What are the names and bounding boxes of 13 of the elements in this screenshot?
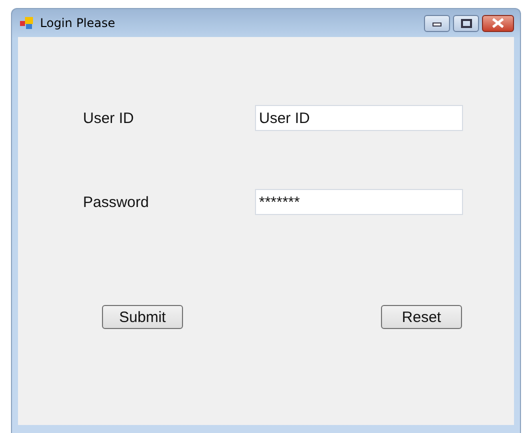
close-button[interactable] [482,14,514,32]
input-field[interactable]: User ID [255,105,463,131]
maximize-button[interactable] [453,14,479,32]
form-button[interactable]: Submit [102,305,183,329]
form-button[interactable]: Reset [381,305,462,329]
maximize-icon [460,18,472,28]
field-label: Password [83,194,150,210]
app-icon [20,17,34,29]
field-label: User ID [83,110,135,126]
close-icon [492,18,504,28]
input-field[interactable]: ******* [255,189,463,215]
window-title: Login Please [40,16,116,30]
minimize-button[interactable] [424,14,450,32]
